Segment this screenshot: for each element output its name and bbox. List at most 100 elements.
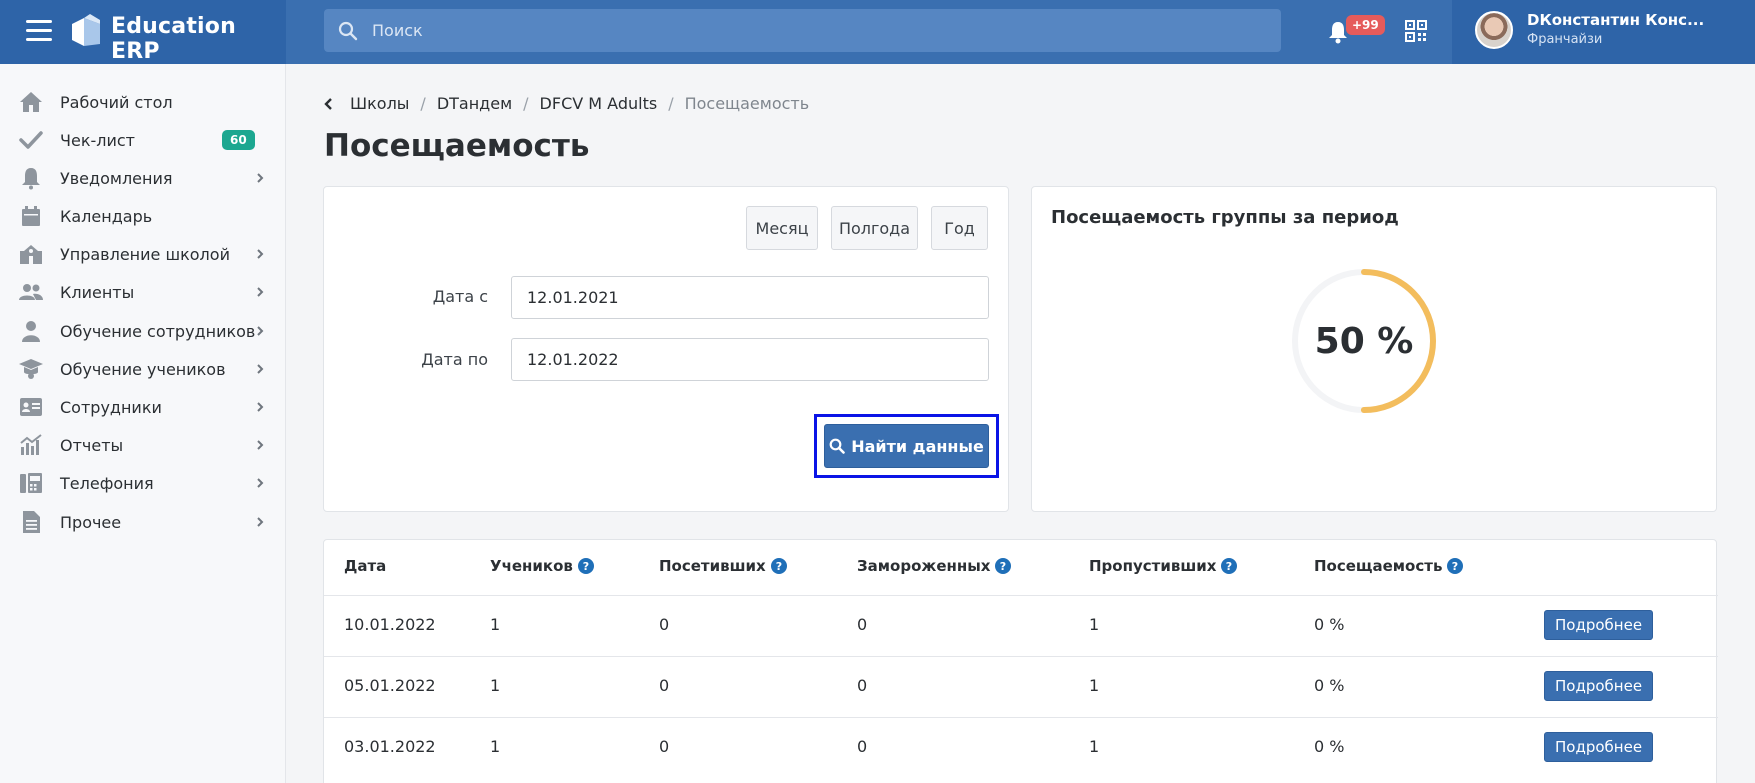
column-header-attended: Посетивших ? bbox=[659, 557, 787, 575]
search-bar[interactable] bbox=[324, 9, 1281, 52]
date-to-label: Дата по bbox=[421, 350, 488, 369]
sidebar-item-label: Прочее bbox=[60, 512, 122, 532]
help-icon[interactable]: ? bbox=[770, 558, 787, 574]
cell-date: 03.01.2022 bbox=[344, 737, 436, 756]
search-icon bbox=[338, 21, 358, 41]
svg-text:?: ? bbox=[776, 560, 782, 573]
sidebar-item-calendar[interactable]: Календарь bbox=[0, 198, 286, 234]
cell-attended: 0 bbox=[659, 676, 670, 695]
period-year-button[interactable]: Год bbox=[931, 206, 988, 250]
page-title: Посещаемость bbox=[324, 128, 590, 164]
users-icon bbox=[19, 284, 43, 300]
date-to-input[interactable] bbox=[511, 338, 989, 381]
chevron-right-icon bbox=[257, 326, 264, 336]
graduation-cap-icon bbox=[19, 359, 43, 379]
column-header-date: Дата bbox=[344, 557, 387, 575]
find-data-button[interactable]: Найти данные bbox=[824, 424, 989, 468]
date-from-input[interactable] bbox=[511, 276, 989, 319]
column-header-students: Учеников ? bbox=[490, 557, 594, 575]
table-row: 10.01.2022 1 0 0 1 0 % Подробнее bbox=[324, 595, 1718, 656]
chart-icon bbox=[20, 434, 42, 455]
sidebar-item-dashboard[interactable]: Рабочий стол bbox=[0, 84, 286, 120]
logo-icon bbox=[72, 14, 100, 46]
notifications-badge[interactable]: +99 bbox=[1346, 15, 1385, 35]
breadcrumb: Школы / DТандем / DFCV M Adults / Посеща… bbox=[324, 94, 809, 113]
chevron-right-icon bbox=[257, 440, 264, 450]
sidebar-item-label: Чек-лист bbox=[60, 130, 135, 150]
sidebar-item-label: Обучение учеников bbox=[60, 359, 226, 379]
sidebar-item-clients[interactable]: Клиенты bbox=[0, 274, 286, 310]
brand-name[interactable]: Education ERP bbox=[111, 14, 286, 64]
sidebar-item-label: Сотрудники bbox=[60, 397, 162, 417]
calendar-icon bbox=[22, 206, 40, 226]
breadcrumb-schools[interactable]: Школы bbox=[350, 94, 409, 113]
breadcrumb-separator: / bbox=[420, 94, 426, 113]
id-card-icon bbox=[20, 398, 42, 416]
help-icon[interactable]: ? bbox=[1221, 558, 1238, 574]
home-icon bbox=[20, 92, 42, 112]
attendance-summary-title: Посещаемость группы за период bbox=[1051, 207, 1399, 228]
sidebar-item-staff-training[interactable]: Обучение сотрудников bbox=[0, 313, 286, 349]
help-icon[interactable]: ? bbox=[577, 558, 594, 574]
search-icon bbox=[829, 438, 845, 454]
filter-card: Месяц Полгода Год Дата с Дата по Найти д… bbox=[323, 186, 1009, 512]
table-row: 03.01.2022 1 0 0 1 0 % Подробнее bbox=[324, 717, 1718, 778]
cell-missed: 1 bbox=[1089, 737, 1100, 756]
sidebar-item-reports[interactable]: Отчеты bbox=[0, 427, 286, 463]
help-icon[interactable]: ? bbox=[995, 558, 1012, 574]
cell-date: 05.01.2022 bbox=[344, 676, 436, 695]
chevron-right-icon bbox=[257, 364, 264, 374]
column-header-missed: Пропустивших ? bbox=[1089, 557, 1238, 575]
breadcrumb-group[interactable]: DFCV M Adults bbox=[540, 94, 658, 113]
attendance-percent: 50 % bbox=[1314, 320, 1414, 362]
cell-students: 1 bbox=[490, 615, 501, 634]
cell-frozen: 0 bbox=[857, 676, 868, 695]
period-halfyear-button[interactable]: Полгода bbox=[831, 206, 918, 250]
chevron-right-icon bbox=[257, 287, 264, 297]
cell-attended: 0 bbox=[659, 737, 670, 756]
cell-frozen: 0 bbox=[857, 615, 868, 634]
sidebar-item-school-management[interactable]: Управление школой bbox=[0, 236, 286, 272]
details-button[interactable]: Подробнее bbox=[1544, 732, 1654, 762]
search-input[interactable] bbox=[372, 9, 1252, 52]
avatar[interactable] bbox=[1475, 11, 1513, 49]
sidebar-item-label: Отчеты bbox=[60, 435, 124, 455]
school-icon bbox=[20, 245, 42, 264]
menu-icon[interactable] bbox=[26, 20, 52, 42]
chevron-right-icon bbox=[257, 249, 264, 259]
sidebar-item-student-training[interactable]: Обучение учеников bbox=[0, 351, 286, 387]
svg-text:?: ? bbox=[1000, 560, 1006, 573]
checklist-count-badge: 60 bbox=[222, 130, 255, 150]
chevron-left-icon[interactable] bbox=[324, 97, 334, 110]
sidebar-item-telephony[interactable]: Телефония bbox=[0, 465, 286, 501]
cell-attendance: 0 % bbox=[1314, 676, 1345, 695]
period-month-button[interactable]: Месяц bbox=[746, 206, 818, 250]
svg-text:?: ? bbox=[583, 560, 589, 573]
breadcrumb-separator: / bbox=[668, 94, 674, 113]
help-icon[interactable]: ? bbox=[1447, 558, 1464, 574]
user-name[interactable]: DКонстантин Конс... bbox=[1527, 11, 1704, 29]
cell-students: 1 bbox=[490, 737, 501, 756]
qr-code-icon[interactable] bbox=[1405, 20, 1427, 42]
sidebar-item-label: Рабочий стол bbox=[60, 92, 173, 112]
chevron-right-icon bbox=[257, 517, 264, 527]
sidebar-item-label: Управление школой bbox=[60, 244, 230, 264]
details-button[interactable]: Подробнее bbox=[1544, 610, 1654, 640]
sidebar-item-other[interactable]: Прочее bbox=[0, 504, 286, 540]
teacher-icon bbox=[22, 321, 40, 342]
sidebar-item-notifications[interactable]: Уведомления bbox=[0, 160, 286, 196]
fax-icon bbox=[20, 473, 42, 493]
breadcrumb-separator: / bbox=[523, 94, 529, 113]
column-header-attendance: Посещаемость ? bbox=[1314, 557, 1464, 575]
breadcrumb-school[interactable]: DТандем bbox=[437, 94, 512, 113]
user-menu[interactable]: DКонстантин Конс... Франчайзи bbox=[1452, 0, 1755, 64]
sidebar: Рабочий стол Чек-лист 60 Уведомления Кал… bbox=[0, 64, 286, 783]
details-button[interactable]: Подробнее bbox=[1544, 671, 1654, 701]
sidebar-item-label: Клиенты bbox=[60, 282, 135, 302]
sidebar-item-label: Уведомления bbox=[60, 168, 173, 188]
sidebar-item-checklist[interactable]: Чек-лист 60 bbox=[0, 122, 286, 158]
cell-attendance: 0 % bbox=[1314, 615, 1345, 634]
date-from-label: Дата с bbox=[432, 287, 488, 306]
chevron-right-icon bbox=[257, 402, 264, 412]
sidebar-item-employees[interactable]: Сотрудники bbox=[0, 389, 286, 425]
